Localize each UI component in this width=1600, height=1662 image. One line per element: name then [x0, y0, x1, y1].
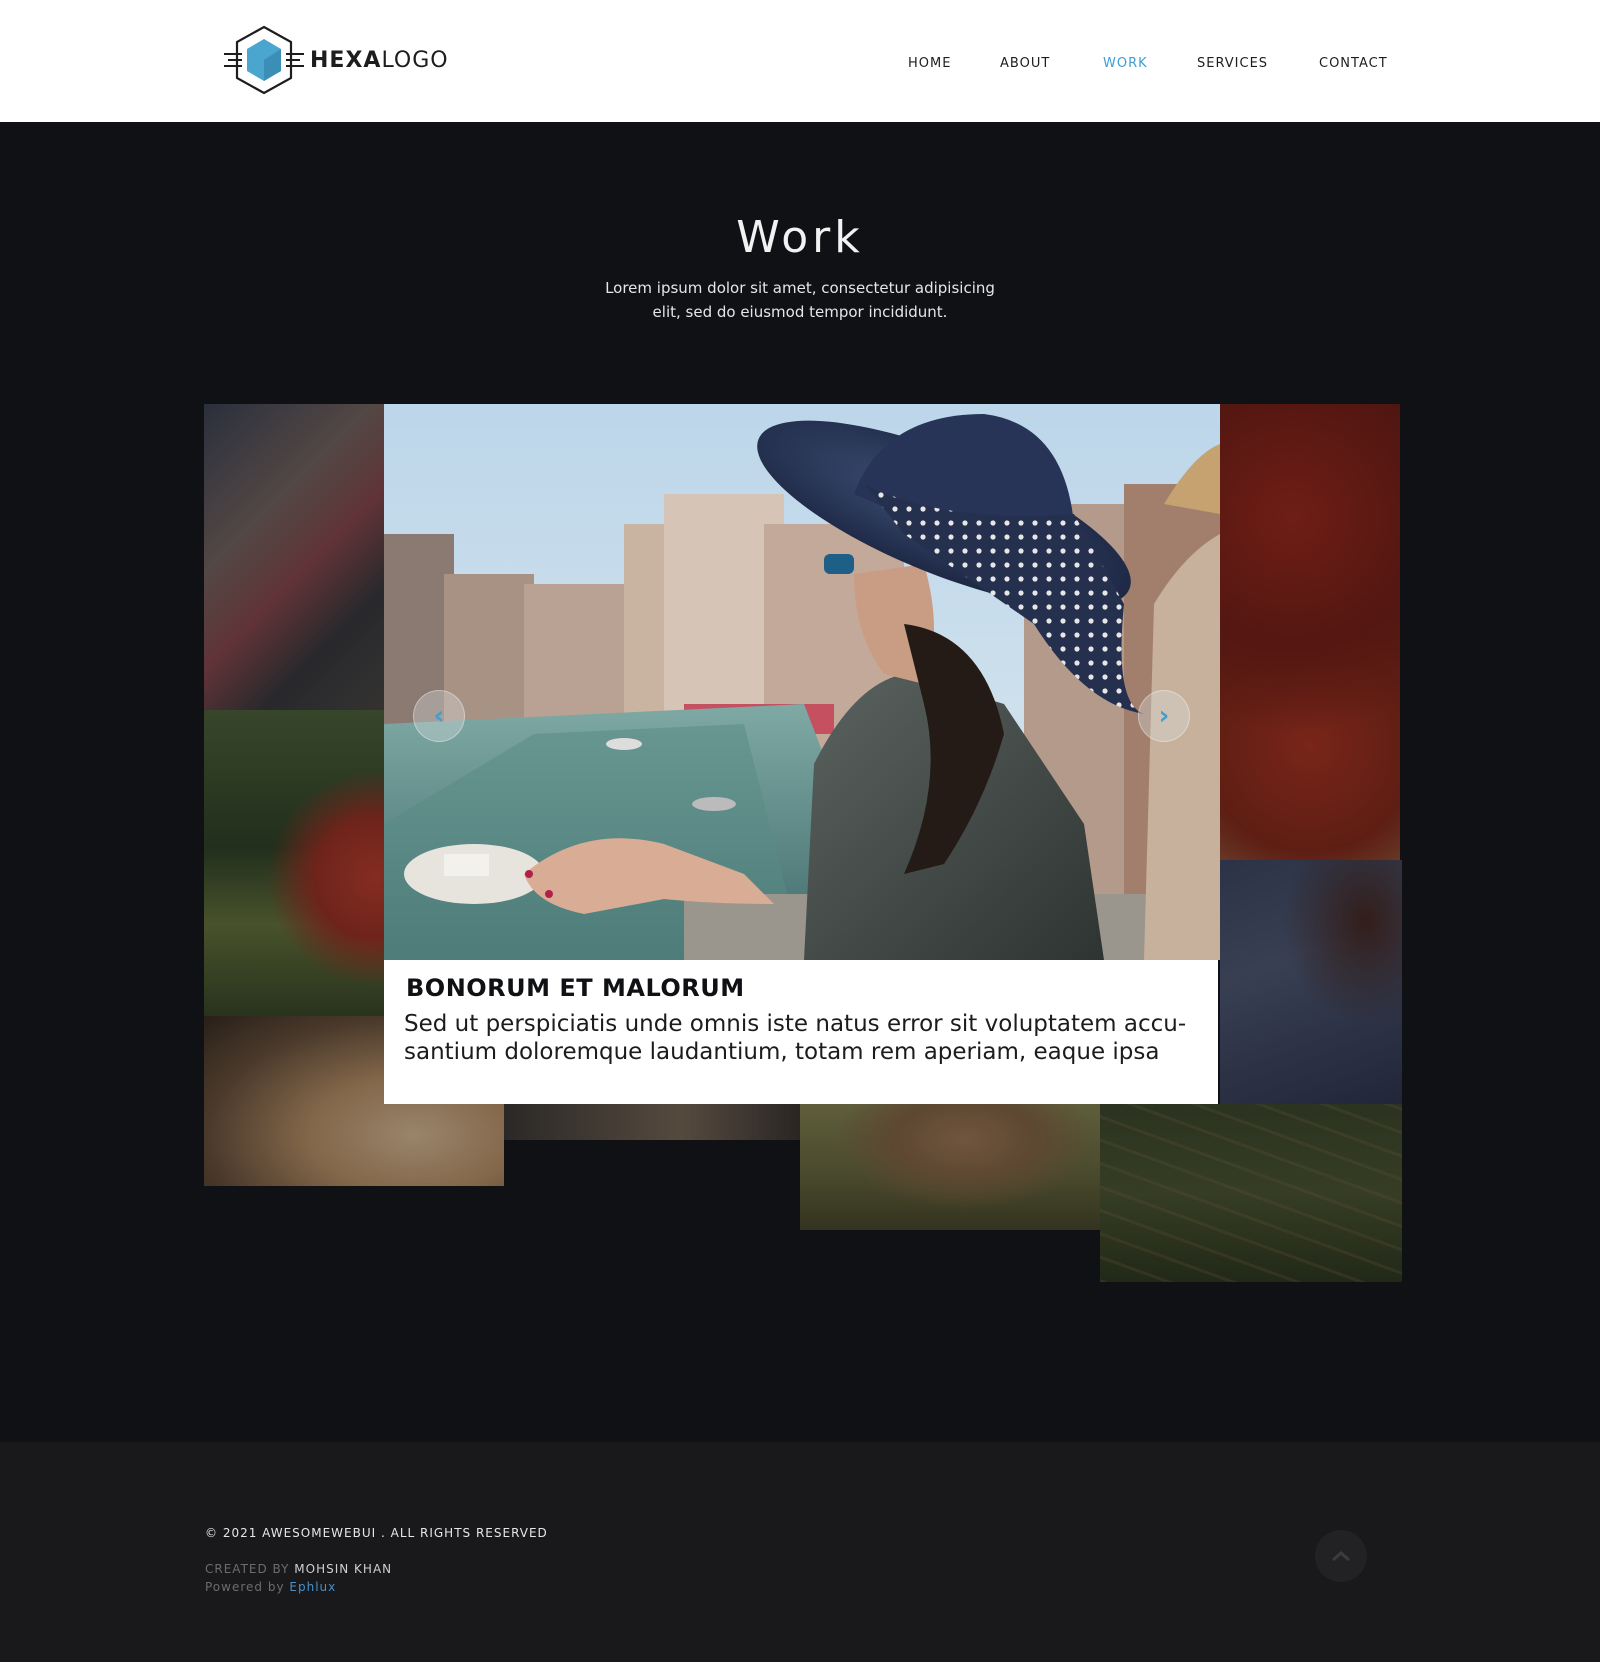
section-subtitle: Lorem ipsum dolor sit amet, consectetur … [600, 276, 1000, 324]
section-title: Work [736, 212, 864, 263]
nav-contact[interactable]: CONTACT [1319, 56, 1388, 71]
section-subtitle-line2: elit, sed do eiusmod tempor incididunt. [652, 303, 948, 321]
gallery-tile-pine-needles[interactable] [1100, 1104, 1402, 1282]
main-nav: HOME ABOUT WORK SERVICES CONTACT [0, 56, 1600, 76]
back-to-top-button[interactable] [1315, 1530, 1367, 1582]
section-subtitle-line1: Lorem ipsum dolor sit amet, consectetur … [605, 279, 995, 297]
gallery-tile-dog-on-grass[interactable] [800, 1100, 1100, 1230]
gallery-tile-sand[interactable] [504, 1100, 800, 1140]
gallery-tile-jacket-with-gloves[interactable] [1220, 860, 1402, 1105]
gallery-tile-poppy-flower[interactable] [204, 710, 384, 1016]
created-by-name: MOHSIN KHAN [294, 1562, 393, 1576]
site-header: HEXALOGO HOME ABOUT WORK SERVICES CONTAC… [0, 0, 1600, 122]
chevron-up-icon [1332, 1551, 1350, 1562]
nav-work[interactable]: WORK [1103, 56, 1148, 71]
created-by-label: CREATED BY [205, 1562, 290, 1576]
caption-text-line2: santium doloremque laudantium, totam rem… [404, 1039, 1160, 1065]
site-footer: © 2021 AWESOMEWEBUI . ALL RIGHTS RESERVE… [0, 1442, 1600, 1662]
chevron-left-icon: ‹ [433, 701, 445, 731]
nav-home[interactable]: HOME [908, 56, 951, 71]
slider-next-button[interactable]: › [1138, 690, 1190, 742]
gallery-tile-woman-in-hat[interactable] [204, 404, 384, 710]
caption-title: BONORUM ET MALORUM [406, 974, 745, 1002]
slide-caption: BONORUM ET MALORUM Sed ut perspiciatis u… [384, 960, 1218, 1104]
chevron-right-icon: › [1158, 701, 1170, 731]
gallery-tile-strawberries[interactable] [1220, 404, 1400, 860]
caption-text-line1: Sed ut perspiciatis unde omnis iste natu… [404, 1011, 1187, 1037]
woman-in-hat-venice-photo [384, 404, 1220, 960]
copyright-text: © 2021 AWESOMEWEBUI . ALL RIGHTS RESERVE… [205, 1526, 548, 1540]
powered-by: Powered by Ephlux [205, 1580, 336, 1594]
slider-prev-button[interactable]: ‹ [413, 690, 465, 742]
slider-image [384, 404, 1220, 960]
caption-text: Sed ut perspiciatis unde omnis iste natu… [404, 1010, 1198, 1066]
nav-services[interactable]: SERVICES [1197, 56, 1268, 71]
powered-by-label: Powered by [205, 1580, 285, 1594]
nav-about[interactable]: ABOUT [1000, 56, 1050, 71]
powered-by-link[interactable]: Ephlux [289, 1580, 336, 1594]
created-by: CREATED BY MOHSIN KHAN [205, 1562, 392, 1576]
